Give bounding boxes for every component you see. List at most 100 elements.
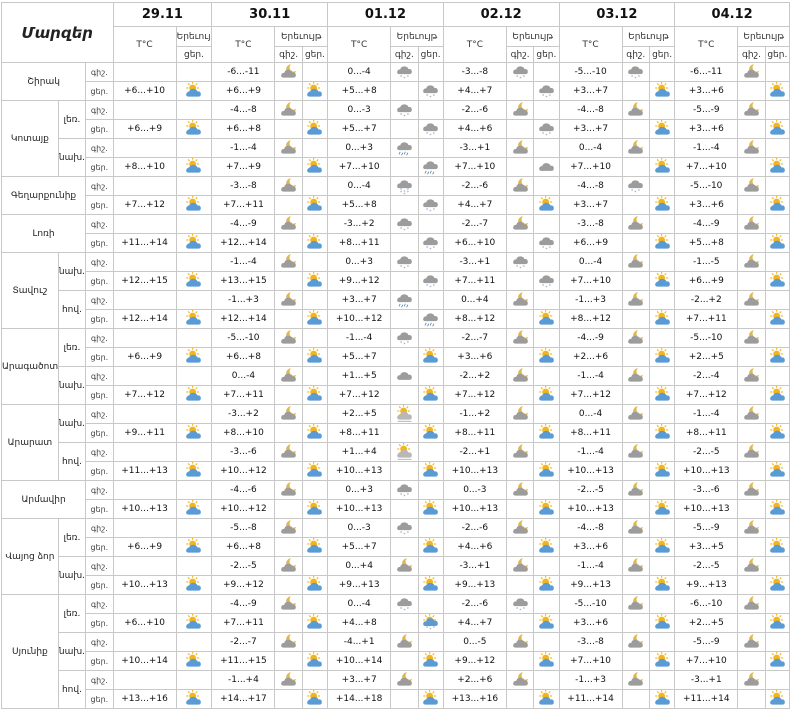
temperature-cell: +12...+14: [211, 309, 276, 329]
svg-text:*: *: [400, 190, 402, 195]
sun-behind-cloud-icon: [186, 424, 202, 439]
sun-behind-cloud-icon: [539, 348, 554, 363]
night-phenomena-cell: [274, 613, 303, 633]
temperature-cell: +10...+13: [674, 499, 739, 519]
phenomena-cell: [175, 518, 213, 538]
night-phenomena-cell: [621, 119, 650, 139]
sun-behind-cloud-icon: [307, 196, 323, 211]
phenomena-cell: [175, 613, 213, 633]
night-phenomena-cell: [505, 100, 535, 120]
night-phenomena-cell: [390, 385, 419, 405]
temperature-cell: +10...+13: [327, 461, 392, 481]
night-phenomena-cell: [505, 632, 535, 652]
sun-behind-cloud-icon: [186, 614, 202, 629]
sun-behind-cloud-icon: [307, 348, 323, 363]
svg-text:*: *: [631, 188, 633, 194]
temperature-cell: -1...+2: [442, 404, 507, 424]
phenomena-cell: [175, 214, 213, 234]
temperature-cell: [112, 252, 177, 272]
day-phenomena-cell: [764, 138, 791, 158]
temperature-cell: -2...-5: [558, 480, 623, 500]
phenomena-cell: [175, 62, 213, 82]
night-phenomena-cell: [274, 100, 303, 120]
day-phenomena-cell: [301, 461, 329, 481]
svg-text:*: *: [433, 93, 435, 99]
phenomena-cell: [175, 328, 213, 348]
night-phenomena-cell: [737, 309, 766, 329]
period-label: գիշ.: [85, 404, 114, 424]
temperature-cell: +9...+11: [112, 423, 177, 443]
temperature-cell: -5...-8: [211, 518, 276, 538]
night-phenomena-cell: [390, 423, 419, 443]
night-phenomena-cell: [274, 651, 303, 671]
region-name: Տավուշ: [1, 252, 59, 329]
temperature-cell: +10...+13: [442, 499, 507, 519]
temperature-cell: +7...+11: [211, 385, 276, 405]
temperature-cell: 0...-4: [558, 252, 623, 272]
night-phenomena-cell: [274, 366, 303, 386]
night-phenomena-cell: [390, 689, 419, 709]
temperature-cell: [112, 62, 177, 82]
moon-behind-cloud-icon: [512, 330, 528, 344]
day-phenomena-cell: [417, 575, 444, 595]
temperature-cell: -1...-4: [558, 366, 623, 386]
table-row: Տավուշ նախ. գիշ. -1...-4 0...+3 * * * -3...+1 * * *…: [1, 252, 791, 329]
temperature-cell: +3...+6: [674, 81, 739, 101]
sun-behind-cloud-icon: [307, 386, 323, 401]
temperature-cell: +7...+12: [442, 385, 507, 405]
day-phenomena-cell: [301, 423, 329, 443]
svg-text:*: *: [426, 283, 428, 289]
region-name: Վայոց ձոր: [1, 518, 59, 595]
temperature-cell: +8...+11: [442, 423, 507, 443]
temperature-cell: -1...-4: [327, 328, 392, 348]
svg-text:*: *: [430, 627, 432, 632]
phenomena-column-header: Երեւույթ: [737, 26, 790, 47]
subregion-label: լեռ.: [57, 100, 87, 139]
phenomena-column-header: Երեւույթ: [390, 26, 444, 47]
temp-column-header: T°C: [442, 26, 507, 63]
temperature-cell: +6...+8: [211, 119, 276, 139]
temperature-cell: +2...+5: [674, 613, 739, 633]
moon-behind-cloud-icon: [628, 672, 644, 686]
night-phenomena-cell: [390, 442, 419, 462]
temperature-cell: +2...+5: [674, 347, 739, 367]
sun-behind-cloud-icon: [769, 500, 785, 515]
sun-behind-cloud-icon: [307, 158, 323, 173]
night-phenomena-cell: [390, 309, 419, 329]
temperature-cell: +13...+16: [112, 689, 177, 709]
day-phenomena-cell: * * *: [533, 81, 560, 101]
night-phenomena-cell: [274, 480, 303, 500]
temperature-cell: -1...+4: [211, 670, 276, 690]
day-phenomena-cell: [648, 290, 676, 310]
cloud-snow-icon: * * *: [423, 199, 438, 214]
night-phenomena-cell: [621, 651, 650, 671]
night-phenomena-cell: [274, 670, 303, 690]
moon-behind-cloud-icon: [397, 672, 413, 686]
table-row: նախ. գիշ. -2...-7 -4...+1 0...-5 -3...-8 -5...…: [2, 632, 791, 671]
moon-behind-cloud-icon: [628, 596, 644, 610]
temperature-cell: +6...+9: [112, 347, 177, 367]
moon-behind-cloud-icon: [628, 368, 644, 382]
day-phenomena-cell: [301, 62, 329, 82]
temperature-cell: +14...+17: [211, 689, 276, 709]
temperature-cell: -1...-4: [211, 252, 276, 272]
moon-behind-cloud-icon: [512, 672, 528, 686]
temperature-cell: -3...-8: [558, 632, 623, 652]
sun-behind-cloud-icon: [654, 652, 670, 667]
sun-behind-cloud-icon: [654, 462, 670, 477]
night-phenomena-cell: [621, 309, 650, 329]
day-phenomena-cell: [533, 138, 560, 158]
period-label: գիշ.: [85, 252, 114, 272]
svg-text:*: *: [430, 247, 432, 252]
day-phenomena-cell: [533, 366, 560, 386]
day-phenomena-cell: [533, 176, 560, 196]
phenomena-cell: [175, 537, 213, 557]
moon-behind-cloud-icon: [512, 140, 528, 154]
temperature-cell: -1...-4: [211, 138, 276, 158]
temperature-cell: +2...+6: [442, 670, 507, 690]
temp-column-header: T°C: [327, 26, 392, 63]
cloud-snow-icon: * * *: [539, 237, 554, 252]
temperature-cell: [112, 328, 177, 348]
sun-behind-cloud-icon: [654, 424, 670, 439]
svg-text:*: *: [407, 226, 409, 232]
